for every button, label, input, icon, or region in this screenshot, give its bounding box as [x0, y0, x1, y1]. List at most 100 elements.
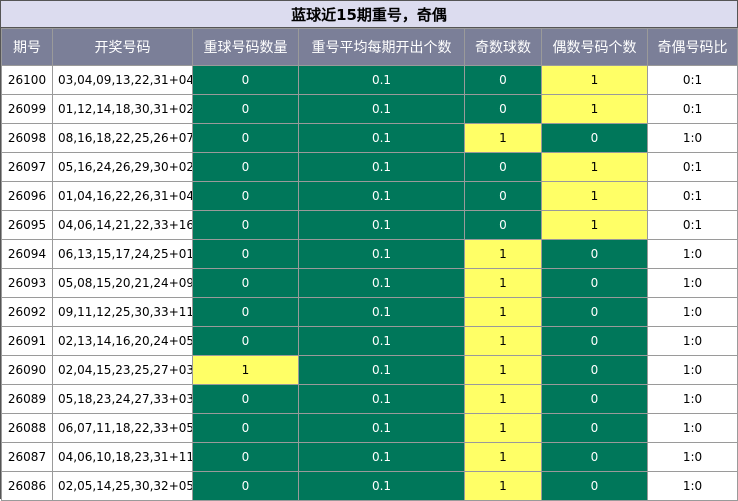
cell-odd-count: 1 — [464, 442, 542, 472]
cell-period: 26097 — [1, 152, 53, 182]
cell-period: 26094 — [1, 239, 53, 269]
header-repeat-average: 重号平均每期开出个数 — [298, 28, 465, 66]
cell-draw-numbers: 06,13,15,17,24,25+01 — [52, 239, 193, 269]
cell-draw-numbers: 01,04,16,22,26,31+04 — [52, 181, 193, 211]
cell-odd-even-ratio: 1:0 — [647, 442, 738, 472]
cell-even-count: 0 — [541, 326, 648, 356]
cell-repeat-average: 0.1 — [298, 297, 465, 327]
cell-odd-even-ratio: 1:0 — [647, 123, 738, 153]
cell-repeat-average: 0.1 — [298, 152, 465, 182]
cell-odd-count: 1 — [464, 268, 542, 298]
chart-title: 蓝球近15期重号，奇偶 — [1, 1, 737, 28]
header-odd-even-ratio: 奇偶号码比 — [647, 28, 738, 66]
table-row: 26088 06,07,11,18,22,33+05 0 0.1 1 0 1:0 — [1, 413, 738, 443]
cell-repeat-count: 0 — [192, 268, 299, 298]
cell-repeat-average: 0.1 — [298, 442, 465, 472]
cell-odd-even-ratio: 1:0 — [647, 413, 738, 443]
cell-repeat-average: 0.1 — [298, 181, 465, 211]
cell-odd-even-ratio: 0:1 — [647, 210, 738, 240]
cell-period: 26095 — [1, 210, 53, 240]
cell-odd-even-ratio: 0:1 — [647, 181, 738, 211]
cell-repeat-count: 0 — [192, 471, 299, 501]
table-row: 26089 05,18,23,24,27,33+03 0 0.1 1 0 1:0 — [1, 384, 738, 414]
header-draw-numbers: 开奖号码 — [52, 28, 193, 66]
table-row: 26095 04,06,14,21,22,33+16 0 0.1 0 1 0:1 — [1, 210, 738, 240]
table-row: 26090 02,04,15,23,25,27+03 1 0.1 1 0 1:0 — [1, 355, 738, 385]
cell-repeat-count: 0 — [192, 181, 299, 211]
cell-period: 26098 — [1, 123, 53, 153]
cell-draw-numbers: 05,08,15,20,21,24+09 — [52, 268, 193, 298]
cell-even-count: 0 — [541, 471, 648, 501]
cell-draw-numbers: 02,05,14,25,30,32+05 — [52, 471, 193, 501]
table-row: 26091 02,13,14,16,20,24+05 0 0.1 1 0 1:0 — [1, 326, 738, 356]
cell-period: 26092 — [1, 297, 53, 327]
cell-draw-numbers: 05,16,24,26,29,30+02 — [52, 152, 193, 182]
cell-odd-count: 0 — [464, 181, 542, 211]
cell-period: 26086 — [1, 471, 53, 501]
cell-repeat-count: 0 — [192, 442, 299, 472]
cell-period: 26089 — [1, 384, 53, 414]
chart-container: 蓝球近15期重号，奇偶 期号 开奖号码 重球号码数量 重号平均每期开出个数 奇数… — [0, 0, 738, 501]
cell-even-count: 1 — [541, 152, 648, 182]
table-row: 26096 01,04,16,22,26,31+04 0 0.1 0 1 0:1 — [1, 181, 738, 211]
table-body: 26100 03,04,09,13,22,31+04 0 0.1 0 1 0:1 26099 0… — [1, 65, 738, 501]
cell-odd-count: 0 — [464, 210, 542, 240]
cell-repeat-count: 0 — [192, 413, 299, 443]
cell-odd-even-ratio: 1:0 — [647, 326, 738, 356]
cell-odd-even-ratio: 1:0 — [647, 471, 738, 501]
cell-even-count: 1 — [541, 210, 648, 240]
cell-draw-numbers: 01,12,14,18,30,31+02 — [52, 94, 193, 124]
cell-period: 26093 — [1, 268, 53, 298]
cell-repeat-average: 0.1 — [298, 239, 465, 269]
header-row: 期号 开奖号码 重球号码数量 重号平均每期开出个数 奇数球数 偶数号码个数 奇偶… — [1, 28, 738, 66]
cell-repeat-average: 0.1 — [298, 123, 465, 153]
cell-repeat-count: 0 — [192, 326, 299, 356]
table-row: 26094 06,13,15,17,24,25+01 0 0.1 1 0 1:0 — [1, 239, 738, 269]
cell-draw-numbers: 08,16,18,22,25,26+07 — [52, 123, 193, 153]
cell-repeat-count: 0 — [192, 152, 299, 182]
cell-even-count: 0 — [541, 123, 648, 153]
cell-repeat-count: 0 — [192, 297, 299, 327]
cell-period: 26100 — [1, 65, 53, 95]
cell-repeat-average: 0.1 — [298, 355, 465, 385]
cell-repeat-count: 0 — [192, 65, 299, 95]
cell-odd-count: 1 — [464, 413, 542, 443]
cell-odd-even-ratio: 1:0 — [647, 384, 738, 414]
table-row: 26087 04,06,10,18,23,31+11 0 0.1 1 0 1:0 — [1, 442, 738, 472]
header-odd-count: 奇数球数 — [464, 28, 542, 66]
cell-odd-count: 1 — [464, 471, 542, 501]
cell-repeat-count: 0 — [192, 384, 299, 414]
cell-odd-even-ratio: 0:1 — [647, 152, 738, 182]
cell-repeat-average: 0.1 — [298, 94, 465, 124]
cell-odd-even-ratio: 1:0 — [647, 268, 738, 298]
cell-draw-numbers: 03,04,09,13,22,31+04 — [52, 65, 193, 95]
table-row: 26098 08,16,18,22,25,26+07 0 0.1 1 0 1:0 — [1, 123, 738, 153]
cell-draw-numbers: 02,04,15,23,25,27+03 — [52, 355, 193, 385]
cell-even-count: 0 — [541, 297, 648, 327]
cell-period: 26099 — [1, 94, 53, 124]
cell-repeat-count: 0 — [192, 94, 299, 124]
cell-odd-even-ratio: 1:0 — [647, 239, 738, 269]
cell-draw-numbers: 04,06,10,18,23,31+11 — [52, 442, 193, 472]
cell-repeat-average: 0.1 — [298, 268, 465, 298]
header-period: 期号 — [1, 28, 53, 66]
cell-repeat-average: 0.1 — [298, 384, 465, 414]
cell-even-count: 1 — [541, 94, 648, 124]
cell-odd-count: 0 — [464, 65, 542, 95]
cell-odd-count: 1 — [464, 355, 542, 385]
cell-even-count: 1 — [541, 181, 648, 211]
cell-period: 26090 — [1, 355, 53, 385]
cell-even-count: 0 — [541, 239, 648, 269]
cell-period: 26087 — [1, 442, 53, 472]
table-row: 26099 01,12,14,18,30,31+02 0 0.1 0 1 0:1 — [1, 94, 738, 124]
cell-repeat-count: 0 — [192, 210, 299, 240]
cell-repeat-average: 0.1 — [298, 210, 465, 240]
cell-even-count: 0 — [541, 268, 648, 298]
cell-odd-even-ratio: 1:0 — [647, 355, 738, 385]
cell-odd-count: 1 — [464, 123, 542, 153]
cell-odd-even-ratio: 0:1 — [647, 94, 738, 124]
cell-draw-numbers: 02,13,14,16,20,24+05 — [52, 326, 193, 356]
cell-odd-even-ratio: 1:0 — [647, 297, 738, 327]
stats-table: 期号 开奖号码 重球号码数量 重号平均每期开出个数 奇数球数 偶数号码个数 奇偶… — [1, 28, 738, 501]
cell-repeat-average: 0.1 — [298, 471, 465, 501]
